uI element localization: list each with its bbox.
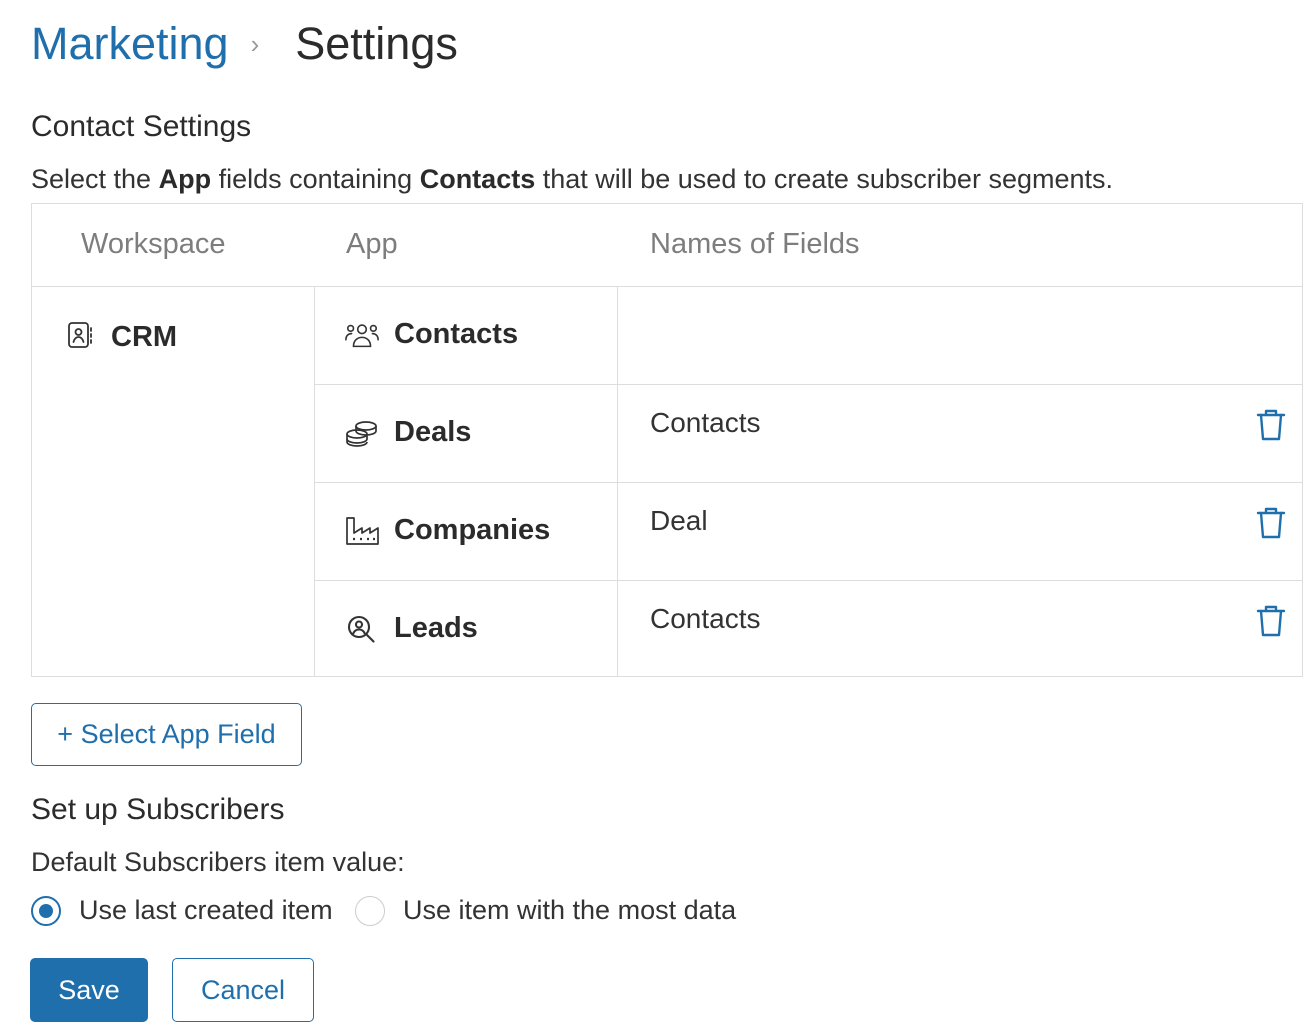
- radio-label: Use last created item: [79, 895, 333, 925]
- contact-fields-table: Workspace App Names of Fields CRM Contac…: [31, 203, 1303, 677]
- workspace-cell: CRM: [32, 286, 315, 677]
- table-row: Leads Contacts: [314, 580, 1303, 677]
- app-name: Contacts: [394, 318, 519, 350]
- default-subscribers-label: Default Subscribers item value:: [31, 847, 405, 877]
- factory-icon: [344, 515, 380, 547]
- header-names-of-fields: Names of Fields: [650, 228, 860, 260]
- app-cell: Companies: [314, 482, 618, 580]
- page-title: Settings: [295, 18, 458, 69]
- contact-book-icon: [67, 320, 95, 355]
- radio-label: Use item with the most data: [403, 895, 737, 925]
- app-name: Deals: [394, 416, 472, 448]
- radio-button-unselected[interactable]: [355, 895, 385, 926]
- app-cell: Leads: [314, 580, 618, 677]
- app-name: Leads: [394, 612, 478, 644]
- contact-settings-heading: Contact Settings: [31, 110, 252, 143]
- field-name: Deal: [650, 505, 708, 536]
- cancel-button[interactable]: Cancel: [172, 958, 314, 1022]
- field-name: Contacts: [650, 603, 761, 634]
- radio-button-selected[interactable]: [31, 895, 61, 926]
- workspace-name: CRM: [111, 321, 178, 353]
- table-row: Deals Contacts: [314, 384, 1303, 483]
- chevron-right-icon: ›: [250, 29, 260, 59]
- save-button[interactable]: Save: [30, 958, 148, 1022]
- people-icon: [344, 319, 380, 351]
- table-header: Workspace App Names of Fields: [32, 204, 1302, 287]
- app-name: Companies: [394, 514, 551, 546]
- radio-use-last-created[interactable]: Use last created item: [31, 895, 333, 926]
- select-app-field-button[interactable]: + Select App Field: [31, 703, 302, 766]
- app-cell: Contacts: [314, 286, 618, 384]
- table-row: Contacts: [314, 286, 1303, 385]
- delete-trash-icon[interactable]: [1255, 604, 1287, 638]
- field-name: Contacts: [650, 407, 761, 438]
- set-up-subscribers-heading: Set up Subscribers: [31, 793, 285, 826]
- header-app: App: [346, 228, 398, 260]
- breadcrumb: Marketing › Settings: [31, 18, 458, 70]
- radio-use-most-data[interactable]: Use item with the most data: [355, 895, 736, 926]
- table-row: Companies Deal: [314, 482, 1303, 581]
- header-workspace: Workspace: [81, 228, 226, 260]
- app-cell: Deals: [314, 384, 618, 482]
- delete-trash-icon[interactable]: [1255, 408, 1287, 442]
- breadcrumb-marketing-link[interactable]: Marketing: [31, 18, 229, 70]
- delete-trash-icon[interactable]: [1255, 506, 1287, 540]
- coins-icon: [344, 417, 380, 449]
- search-person-icon: [344, 613, 380, 645]
- contact-settings-description: Select the App fields containing Contact…: [31, 164, 1114, 194]
